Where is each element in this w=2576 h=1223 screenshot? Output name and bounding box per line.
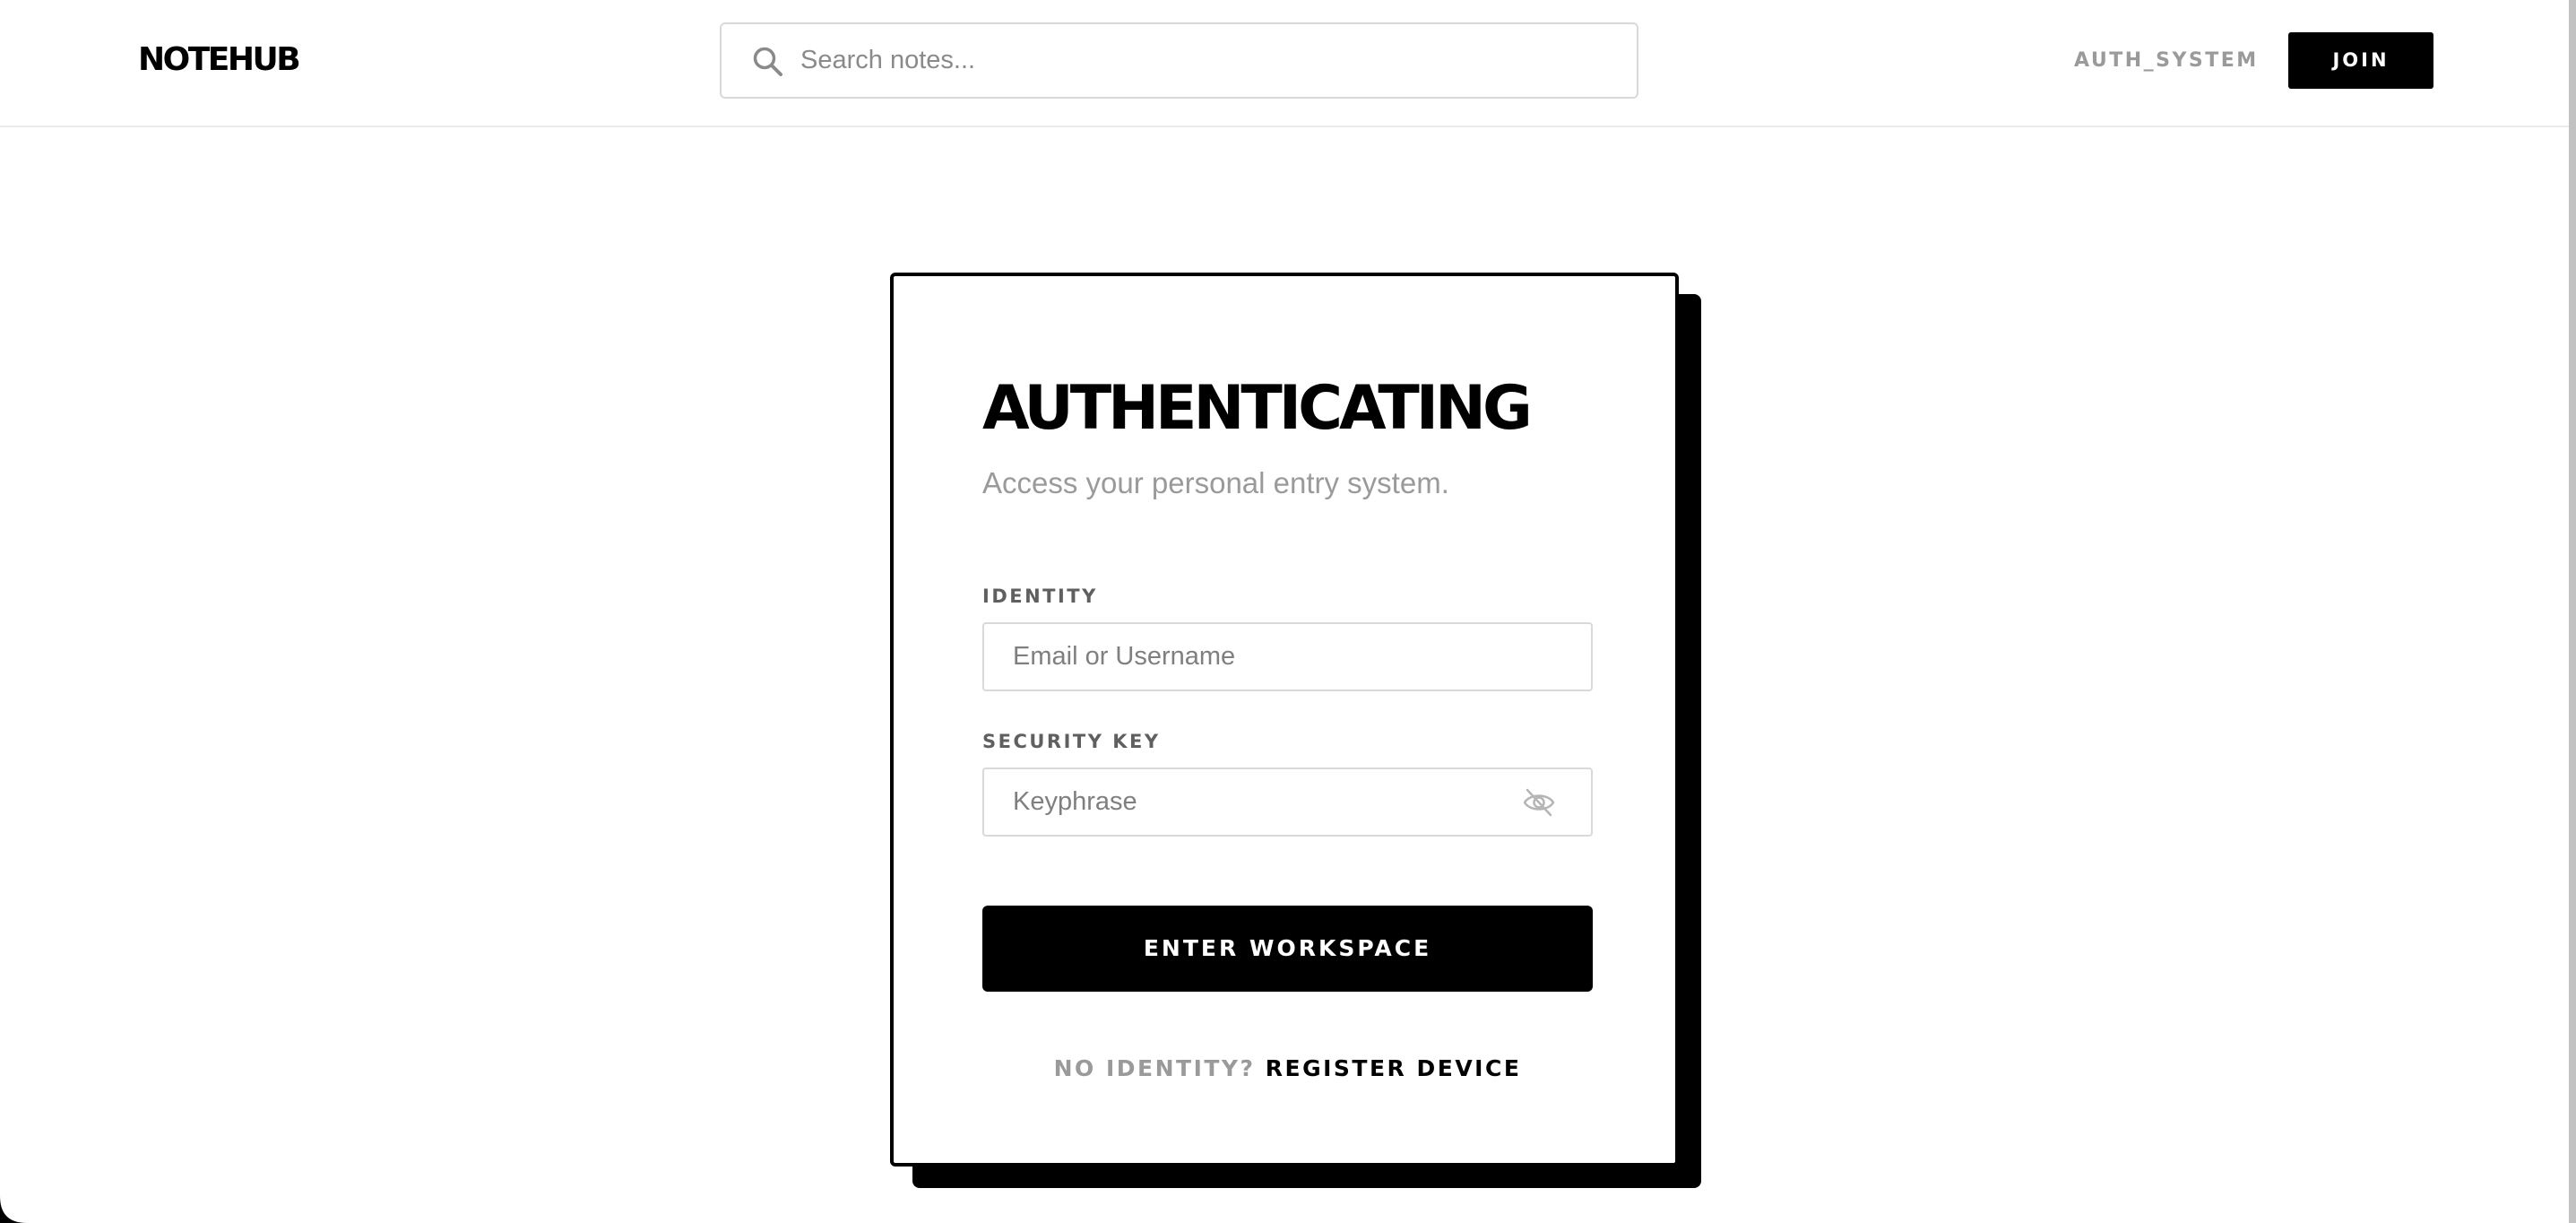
window-corner <box>0 1196 27 1223</box>
page-title: AUTHENTICATING <box>982 373 1533 444</box>
register-prompt-line: NO IDENTITY? REGISTER DEVICE <box>982 1051 1593 1087</box>
vertical-scrollbar[interactable] <box>2569 0 2576 1223</box>
page-subtitle: Access your personal entry system. <box>982 466 1449 499</box>
security-key-input[interactable] <box>1013 769 1515 835</box>
search-bar[interactable] <box>720 22 1638 99</box>
enter-workspace-button[interactable]: ENTER WORKSPACE <box>982 906 1593 992</box>
search-icon <box>753 47 782 76</box>
search-input[interactable] <box>800 24 1607 97</box>
identity-field[interactable] <box>982 622 1593 691</box>
top-navbar: NOTEHUB AUTH_SYSTEM JOIN <box>0 0 2576 127</box>
login-card: AUTHENTICATING Access your personal entr… <box>890 273 1679 1167</box>
register-prompt: NO IDENTITY? <box>1053 1055 1256 1081</box>
security-key-label: SECURITY KEY <box>982 731 1161 752</box>
security-key-field[interactable] <box>982 768 1593 837</box>
identity-label: IDENTITY <box>982 585 1098 607</box>
register-device-link[interactable]: REGISTER DEVICE <box>1266 1055 1522 1081</box>
join-button[interactable]: JOIN <box>2288 32 2433 89</box>
logo[interactable]: NOTEHUB <box>138 38 301 82</box>
auth-system-link[interactable]: AUTH_SYSTEM <box>2074 41 2259 81</box>
scrollbar-thumb[interactable] <box>2569 0 2576 1223</box>
eye-off-icon[interactable] <box>1522 785 1556 820</box>
identity-input[interactable] <box>1013 624 1515 690</box>
